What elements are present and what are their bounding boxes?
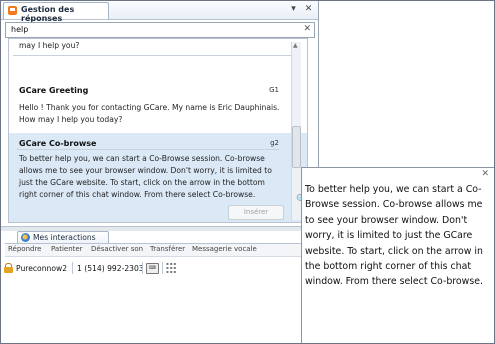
responses-tab[interactable]: Gestion des réponses [3, 2, 109, 23]
panel-menu-icon[interactable]: ▾ [288, 4, 299, 15]
panel-titlebar: Gestion des réponses ▾ ✕ [1, 1, 318, 23]
hold-button[interactable]: Patienter [51, 245, 83, 253]
divider [17, 149, 279, 150]
mute-button[interactable]: Désactiver son [91, 245, 143, 253]
keypad-icon[interactable]: ▪▪▪ ▪▪▪ ▪▪▪ [166, 262, 177, 274]
responses-list: may I help you? GCare Greeting G1 Hello … [8, 38, 308, 223]
responses-panel: Gestion des réponses ▾ ✕ help ✕ may I he… [1, 1, 319, 342]
popup-close-icon[interactable]: ✕ [481, 169, 489, 179]
interactions-icon [21, 233, 30, 242]
response-title: GCare Co-browse [19, 139, 97, 148]
lock-icon [4, 263, 13, 273]
search-value: help [11, 25, 29, 34]
divider [162, 262, 163, 274]
response-code: g2 [270, 139, 279, 147]
response-code: G1 [269, 86, 279, 94]
divider [142, 262, 143, 274]
panel-title: Gestion des réponses [21, 5, 75, 23]
preview-text: To better help you, we can start a Co-Br… [305, 184, 483, 288]
response-body: Hello ! Thank you for contacting GCare. … [19, 103, 280, 124]
insert-button[interactable]: Insérer [228, 205, 284, 220]
panel-close-icon[interactable]: ✕ [303, 4, 314, 15]
search-clear-icon[interactable]: ✕ [303, 24, 311, 34]
keyboard-icon[interactable]: ⌨ [146, 263, 159, 274]
list-scrollbar[interactable]: ▲ [291, 42, 301, 220]
voicemail-button[interactable]: Messagerie vocale [192, 245, 257, 253]
search-input[interactable]: help ✕ [5, 22, 315, 38]
tab-label: Mes interactions [33, 233, 96, 242]
transfer-button[interactable]: Transférer [150, 245, 185, 253]
response-title: GCare Greeting [19, 86, 89, 95]
response-preview-popup: ✕ To better help you, we can start a Co-… [301, 167, 494, 343]
response-body: may I help you? [19, 41, 80, 50]
divider [13, 55, 298, 56]
interaction-toolbar: Répondre Patienter Désactiver son Transf… [5, 243, 317, 257]
scroll-thumb[interactable] [292, 126, 301, 168]
interaction-row[interactable]: Pureconnow2 1 (514) 992-2303 ⌨ ▪▪▪ ▪▪▪ ▪… [3, 261, 315, 275]
reply-button[interactable]: Répondre [8, 245, 42, 253]
caller-phone: 1 (514) 992-2303 [77, 264, 144, 273]
response-body: To better help you, we can start a Co-Br… [19, 154, 272, 199]
responses-app-icon [8, 6, 17, 15]
caller-name: Pureconnow2 [16, 264, 68, 273]
scroll-up-icon[interactable]: ▲ [293, 42, 298, 49]
divider [72, 262, 73, 274]
